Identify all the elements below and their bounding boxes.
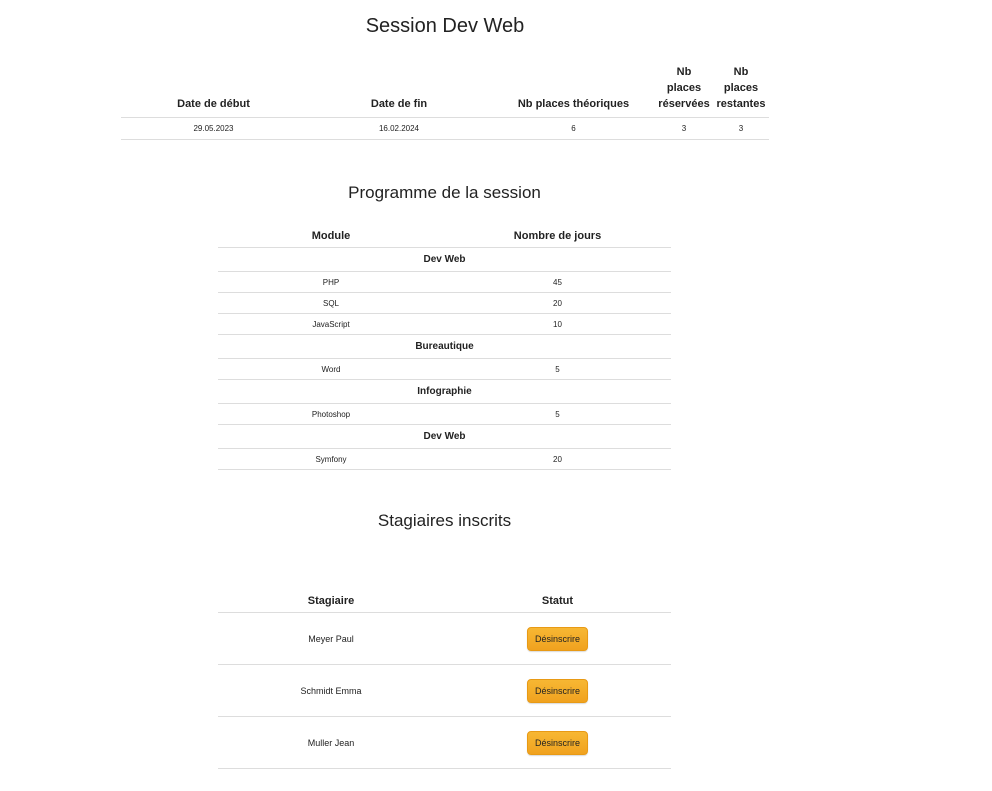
module-row: JavaScript 10: [218, 313, 671, 335]
unsubscribe-button[interactable]: Désinscrire: [526, 626, 588, 651]
category-row: Infographie: [218, 379, 671, 404]
module-name: Symfony: [218, 448, 444, 470]
stagiaire-row: Meyer Paul Désinscrire: [218, 612, 671, 665]
stagiaires-header-row: Stagiaire Statut: [218, 589, 671, 613]
session-row: 29.05.2023 16.02.2024 6 3 3: [121, 117, 769, 140]
header-module: Module: [218, 225, 444, 248]
module-days: 10: [444, 313, 671, 335]
header-theoretical-places: Nb places théoriques: [492, 57, 655, 118]
module-days: 5: [444, 358, 671, 380]
unsubscribe-button[interactable]: Désinscrire: [526, 730, 588, 755]
module-days: 45: [444, 271, 671, 293]
category-label: Dev Web: [218, 424, 671, 449]
header-remaining-line2: places: [723, 82, 759, 94]
module-row: Photoshop 5: [218, 403, 671, 425]
category-label: Bureautique: [218, 334, 671, 359]
stagiaires-table: Stagiaire Statut Meyer Paul Désinscrire …: [218, 589, 671, 769]
end-date-value: 16.02.2024: [306, 117, 492, 140]
header-reserved-line2: places: [666, 82, 702, 94]
stagiaire-status-cell: Désinscrire: [444, 612, 671, 665]
stagiaire-name: Meyer Paul: [218, 612, 444, 665]
header-reserved-line3: réservées: [658, 98, 710, 110]
remaining-places-value: 3: [713, 117, 769, 140]
header-reserved-line1: Nb: [676, 66, 692, 78]
stagiaire-row: Schmidt Emma Désinscrire: [218, 664, 671, 717]
category-row: Dev Web: [218, 424, 671, 449]
module-name: Photoshop: [218, 403, 444, 425]
programme-table: Module Nombre de jours Dev Web PHP 45 SQ…: [218, 225, 671, 470]
category-row: Bureautique: [218, 334, 671, 359]
module-name: PHP: [218, 271, 444, 293]
theoretical-places-value: 6: [492, 117, 655, 140]
category-label: Dev Web: [218, 247, 671, 272]
module-name: Word: [218, 358, 444, 380]
module-row: Symfony 20: [218, 448, 671, 470]
header-statut: Statut: [444, 589, 671, 613]
programme-header-row: Module Nombre de jours: [218, 225, 671, 248]
header-reserved-places: Nb places réservées: [655, 57, 713, 118]
reserved-places-value: 3: [655, 117, 713, 140]
header-stagiaire: Stagiaire: [218, 589, 444, 613]
module-row: PHP 45: [218, 271, 671, 293]
header-remaining-places: Nb places restantes: [713, 57, 769, 118]
stagiaire-status-cell: Désinscrire: [444, 716, 671, 769]
stagiaire-name: Muller Jean: [218, 716, 444, 769]
unsubscribe-button[interactable]: Désinscrire: [526, 678, 588, 703]
header-start-date: Date de début: [121, 57, 306, 118]
stagiaires-title: Stagiaires inscrits: [377, 511, 512, 530]
programme-title: Programme de la session: [348, 183, 541, 202]
category-label: Infographie: [218, 379, 671, 404]
session-info-table: Date de début Date de fin Nb places théo…: [121, 57, 769, 140]
module-days: 5: [444, 403, 671, 425]
header-remaining-line3: restantes: [716, 98, 766, 110]
start-date-value: 29.05.2023: [121, 117, 306, 140]
category-row: Dev Web: [218, 247, 671, 272]
module-row: SQL 20: [218, 292, 671, 314]
stagiaire-row: Muller Jean Désinscrire: [218, 716, 671, 769]
stagiaire-status-cell: Désinscrire: [444, 664, 671, 717]
module-name: SQL: [218, 292, 444, 314]
module-name: JavaScript: [218, 313, 444, 335]
page-title: Session Dev Web: [365, 15, 525, 37]
header-end-date: Date de fin: [306, 57, 492, 118]
header-days: Nombre de jours: [444, 225, 671, 248]
module-days: 20: [444, 448, 671, 470]
module-row: Word 5: [218, 358, 671, 380]
session-header-row: Date de début Date de fin Nb places théo…: [121, 57, 769, 118]
module-days: 20: [444, 292, 671, 314]
stagiaire-name: Schmidt Emma: [218, 664, 444, 717]
header-remaining-line1: Nb: [733, 66, 749, 78]
